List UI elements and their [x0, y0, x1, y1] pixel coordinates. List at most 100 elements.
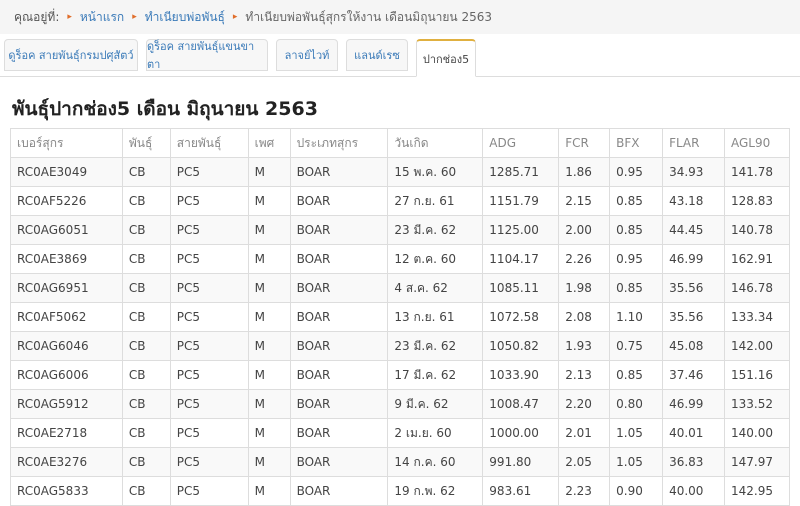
table-cell: 141.78	[723, 157, 791, 187]
table-cell: M	[247, 186, 291, 216]
table-cell: 1125.00	[482, 215, 560, 245]
table-cell: RC0AE3049	[10, 157, 123, 187]
table-cell: 147.97	[723, 447, 791, 477]
table-cell: BOAR	[289, 476, 389, 506]
table-cell: PC5	[169, 302, 249, 332]
table-cell: 1050.82	[482, 331, 560, 361]
table-cell: 1072.58	[482, 302, 560, 332]
table-cell: 0.95	[609, 244, 664, 274]
table-cell: BOAR	[289, 244, 389, 274]
table-cell: 0.85	[609, 215, 664, 245]
column-header: ประเภทสุกร	[289, 128, 389, 158]
tab-pakchong5[interactable]: ปากช่อง5	[416, 39, 476, 77]
table-cell: PC5	[169, 360, 249, 390]
table-cell: CB	[121, 476, 171, 506]
table-cell: PC5	[169, 215, 249, 245]
table-cell: 15 พ.ค. 60	[387, 157, 484, 187]
table-cell: 0.80	[609, 389, 664, 419]
table-cell: BOAR	[289, 157, 389, 187]
table-cell: 1008.47	[482, 389, 560, 419]
table-row: RC0AG6951 CB PC5 M BOAR 4 ส.ค. 62 1085.11 1.98 0…	[10, 273, 791, 303]
table-cell: M	[247, 215, 291, 245]
table-cell: 19 ก.พ. 62	[387, 476, 484, 506]
column-header: AGL90	[723, 128, 791, 158]
table-cell: 1000.00	[482, 418, 560, 448]
table-cell: RC0AE3869	[10, 244, 123, 274]
table-cell: 35.56	[662, 302, 725, 332]
breadcrumb-current: ทำเนียบพ่อพันธุ์สุกรให้งาน เดือนมิถุนายน…	[245, 9, 492, 24]
column-header: เพศ	[247, 128, 291, 158]
tab-duroc-other[interactable]: ดูร็อค สายพันธุ์แขนขาตา	[146, 39, 268, 71]
chevron-right-icon: ▸	[132, 12, 137, 22]
table-cell: RC0AF5062	[10, 302, 123, 332]
table-cell: 0.85	[609, 273, 664, 303]
table-cell: 1.93	[558, 331, 611, 361]
table-cell: 1285.71	[482, 157, 560, 187]
column-header: BFX	[609, 128, 664, 158]
breadcrumb-sire-directory-link[interactable]: ทำเนียบพ่อพันธุ์	[145, 8, 225, 27]
table-cell: 133.34	[723, 302, 791, 332]
table-cell: CB	[121, 244, 171, 274]
table-cell: 146.78	[723, 273, 791, 303]
table-row: RC0AG5912 CB PC5 M BOAR 9 มี.ค. 62 1008.47 2.20…	[10, 389, 791, 419]
table-row: RC0AG5833 CB PC5 M BOAR 19 ก.พ. 62 983.61 2.23 0…	[10, 476, 791, 506]
table-row: RC0AG6006 CB PC5 M BOAR 17 มี.ค. 62 1033.90 2.1…	[10, 360, 791, 390]
chevron-right-icon: ▸	[232, 12, 238, 22]
table-cell: 1.05	[609, 447, 664, 477]
table-cell: 35.56	[662, 273, 725, 303]
table-cell: 46.99	[662, 244, 725, 274]
table-row: RC0AG6046 CB PC5 M BOAR 23 มี.ค. 62 1050.82 1.9…	[10, 331, 791, 361]
table-cell: 2.23	[558, 476, 611, 506]
table-cell: 1033.90	[482, 360, 560, 390]
table-cell: 17 มี.ค. 62	[387, 360, 484, 390]
table-cell: CB	[121, 215, 171, 245]
table-cell: 0.85	[609, 360, 664, 390]
table-cell: BOAR	[289, 302, 389, 332]
table-cell: 1104.17	[482, 244, 560, 274]
table-cell: 46.99	[662, 389, 725, 419]
tab-duroc-dld[interactable]: ดูร็อค สายพันธุ์กรมปศุสัตว์	[4, 39, 138, 71]
tab-landrace[interactable]: แลนด์เรซ	[346, 39, 408, 71]
table-cell: PC5	[169, 447, 249, 477]
table-row: RC0AE2718 CB PC5 M BOAR 2 เม.ย. 60 1000.00 2.01…	[10, 418, 791, 448]
table-cell: PC5	[169, 418, 249, 448]
table-cell: 13 ก.ย. 61	[387, 302, 484, 332]
column-header: ADG	[482, 128, 560, 158]
table-cell: 128.83	[723, 186, 791, 216]
table-cell: RC0AG6951	[10, 273, 123, 303]
table-cell: BOAR	[289, 273, 389, 303]
table-row: RC0AG6051 CB PC5 M BOAR 23 มี.ค. 62 1125.00 2.0…	[10, 215, 791, 245]
table-row: RC0AE3049 CB PC5 M BOAR 15 พ.ค. 60 1285.71 1.86…	[10, 157, 791, 187]
table-cell: 162.91	[723, 244, 791, 274]
table-cell: RC0AF5226	[10, 186, 123, 216]
table-cell: 40.00	[662, 476, 725, 506]
table-cell: M	[247, 157, 291, 187]
table-cell: CB	[121, 186, 171, 216]
table-cell: RC0AE2718	[10, 418, 123, 448]
table-cell: M	[247, 273, 291, 303]
table-cell: 1.98	[558, 273, 611, 303]
breed-tabs: ดูร็อค สายพันธุ์กรมปศุสัตว์ ดูร็อค สายพั…	[0, 36, 800, 77]
table-cell: 0.95	[609, 157, 664, 187]
table-cell: 45.08	[662, 331, 725, 361]
table-cell: CB	[121, 360, 171, 390]
table-cell: 36.83	[662, 447, 725, 477]
page-title: พันธุ์ปากช่อง5 เดือน มิถุนายน 2563	[12, 98, 318, 120]
table-cell: PC5	[169, 389, 249, 419]
table-cell: BOAR	[289, 186, 389, 216]
table-cell: 2.15	[558, 186, 611, 216]
table-row: RC0AE3276 CB PC5 M BOAR 14 ก.ค. 60 991.80 2.05 1…	[10, 447, 791, 477]
table-cell: CB	[121, 418, 171, 448]
table-cell: PC5	[169, 476, 249, 506]
breadcrumb-home-link[interactable]: หน้าแรก	[80, 8, 124, 27]
table-cell: M	[247, 447, 291, 477]
table-cell: CB	[121, 331, 171, 361]
tab-large-white[interactable]: ลาจย์ไวท์	[276, 39, 338, 71]
table-cell: M	[247, 244, 291, 274]
table-cell: 983.61	[482, 476, 560, 506]
table-cell: 2.20	[558, 389, 611, 419]
table-cell: 1151.79	[482, 186, 560, 216]
table-cell: RC0AG6046	[10, 331, 123, 361]
column-header: FLAR	[662, 128, 725, 158]
table-cell: 0.90	[609, 476, 664, 506]
